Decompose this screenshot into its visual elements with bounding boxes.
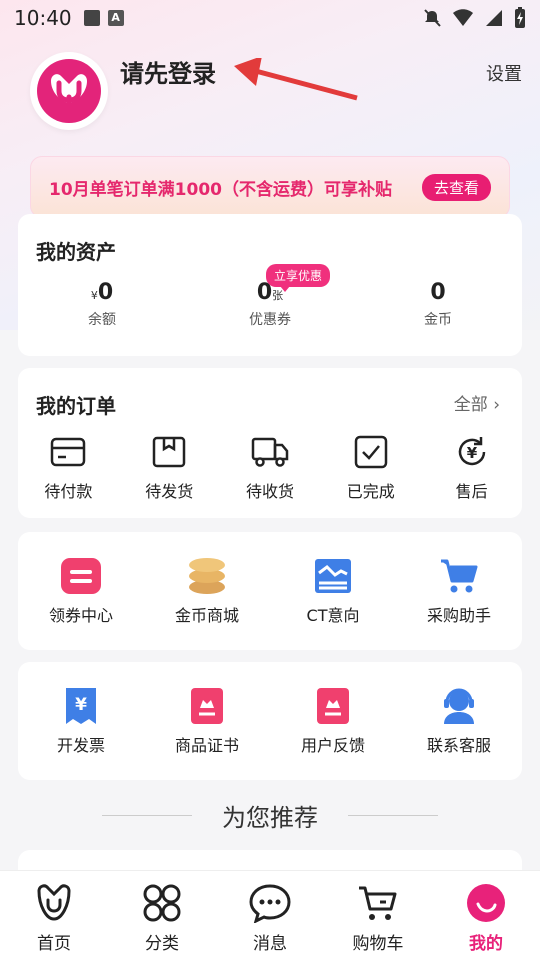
order-label: 售后 [455, 482, 488, 501]
asset-balance[interactable]: ¥0 余额 [32, 280, 172, 329]
home-icon [37, 884, 71, 921]
coupon-unit: 张 [272, 289, 284, 302]
status-time: 10:40 [14, 6, 72, 30]
tool-user-feedback[interactable]: 用户反馈 [270, 686, 396, 756]
tool-label: 金币商城 [174, 606, 239, 625]
nav-cart[interactable]: 购物车 [324, 871, 432, 960]
profile-nav-icon [467, 884, 505, 922]
tool-label: CT意向 [306, 606, 360, 625]
tool-label: 商品证书 [174, 736, 239, 755]
balance-value: 0 [97, 280, 114, 305]
truck-icon [251, 437, 289, 467]
wallet-icon [51, 437, 86, 467]
tool-label: 开发票 [56, 736, 105, 755]
balance-label: 余额 [88, 312, 116, 328]
avatar[interactable] [30, 52, 108, 130]
svg-text:¥: ¥ [466, 444, 477, 462]
tool-product-certificate[interactable]: 商品证书 [144, 686, 270, 756]
settings-link[interactable]: 设置 [486, 60, 522, 86]
coupon-value: 0 [256, 280, 273, 305]
order-label: 待收货 [245, 482, 294, 501]
currency-symbol: ¥ [90, 289, 98, 302]
order-pending-receipt[interactable]: 待收货 [220, 432, 321, 502]
wifi-icon [453, 9, 473, 26]
orders-all-label: 全部 [453, 395, 488, 415]
gallery-notification-icon [83, 10, 100, 26]
ct-intent-icon [315, 559, 351, 593]
tool-invoice[interactable]: ¥ 开发票 [18, 686, 144, 756]
assets-title: 我的资产 [36, 240, 116, 264]
cart-nav-icon [359, 886, 397, 920]
certificate-icon [191, 688, 223, 724]
recommend-title: 为您推荐 [222, 804, 318, 832]
orders-all-link[interactable]: 全部 › [454, 390, 500, 415]
order-pending-shipment[interactable]: 待发货 [119, 432, 220, 502]
orders-title: 我的订单 [36, 394, 116, 418]
brand-logo-icon [37, 59, 101, 123]
nav-label: 分类 [145, 934, 179, 954]
tool-purchase-assistant[interactable]: 采购助手 [396, 556, 522, 626]
red-arrow-annotation-icon [234, 58, 358, 101]
tool-label: 用户反馈 [300, 736, 365, 755]
category-icon [143, 884, 181, 922]
coupon-label: 优惠券 [249, 312, 291, 328]
nav-messages[interactable]: 消息 [216, 871, 324, 960]
chevron-right-icon: › [493, 395, 500, 415]
promo-view-button[interactable]: 去查看 [421, 173, 491, 201]
assets-card: 我的资产 立享优惠 ¥0 余额 0张 优惠券 0 金币 [18, 214, 522, 356]
tools-card-1: 领券中心 金币商城 CT意向 采购助手 [18, 532, 522, 650]
promo-banner[interactable]: 10月单笔订单满1000（不含运费）可享补贴 去查看 [30, 156, 510, 218]
tool-label: 联系客服 [426, 736, 491, 755]
asset-gold-coins[interactable]: 0 金币 [368, 280, 508, 329]
feedback-icon [317, 688, 349, 724]
tool-customer-service[interactable]: 联系客服 [396, 686, 522, 756]
battery-icon [515, 7, 525, 28]
tools-card-2: ¥ 开发票 商品证书 用户反馈 联系客服 [18, 662, 522, 780]
nav-home[interactable]: 首页 [0, 871, 108, 960]
tool-coupon-center[interactable]: 领券中心 [18, 556, 144, 626]
coin-value: 0 [430, 280, 446, 305]
signal-icon [486, 10, 502, 26]
order-label: 待付款 [44, 482, 93, 501]
nav-profile[interactable]: 我的 [432, 871, 540, 960]
order-after-sales[interactable]: ¥ 售后 [421, 432, 522, 502]
nav-label: 我的 [469, 934, 503, 954]
message-icon [249, 884, 291, 923]
recommend-divider-right [348, 815, 438, 816]
svg-text:¥: ¥ [75, 695, 87, 715]
check-square-icon [354, 435, 388, 469]
login-prompt[interactable]: 请先登录 [120, 54, 216, 89]
nav-label: 购物车 [352, 934, 404, 954]
status-bar: 10:40 A [0, 0, 540, 36]
yen-refresh-icon: ¥ [458, 437, 485, 466]
mute-icon [424, 9, 441, 27]
tool-label: 领券中心 [48, 606, 113, 625]
asset-coupons[interactable]: 0张 优惠券 [200, 280, 340, 329]
customer-service-icon [444, 688, 474, 724]
cart-icon [441, 559, 478, 593]
nav-label: 消息 [253, 934, 287, 954]
invoice-icon: ¥ [66, 688, 96, 724]
promo-text: 10月单笔订单满1000（不含运费）可享补贴 [49, 179, 392, 200]
tool-label: 采购助手 [426, 606, 491, 625]
order-label: 已完成 [346, 482, 395, 501]
package-icon [152, 436, 186, 468]
coin-label: 金币 [424, 312, 452, 328]
coupon-icon [61, 558, 101, 594]
order-completed[interactable]: 已完成 [320, 432, 421, 502]
tool-coin-mall[interactable]: 金币商城 [144, 556, 270, 626]
tool-ct-intent[interactable]: CT意向 [270, 556, 396, 626]
font-notification-icon: A [107, 10, 124, 26]
order-label: 待发货 [145, 482, 194, 501]
bottom-nav: 首页 分类 消息 购物车 我的 [0, 870, 540, 960]
order-pending-payment[interactable]: 待付款 [18, 432, 119, 502]
nav-category[interactable]: 分类 [108, 871, 216, 960]
orders-card: 我的订单 全部 › 待付款 待发货 待收货 已完成 ¥ 售后 [18, 368, 522, 518]
nav-label: 首页 [37, 934, 71, 954]
coins-icon [189, 558, 225, 594]
